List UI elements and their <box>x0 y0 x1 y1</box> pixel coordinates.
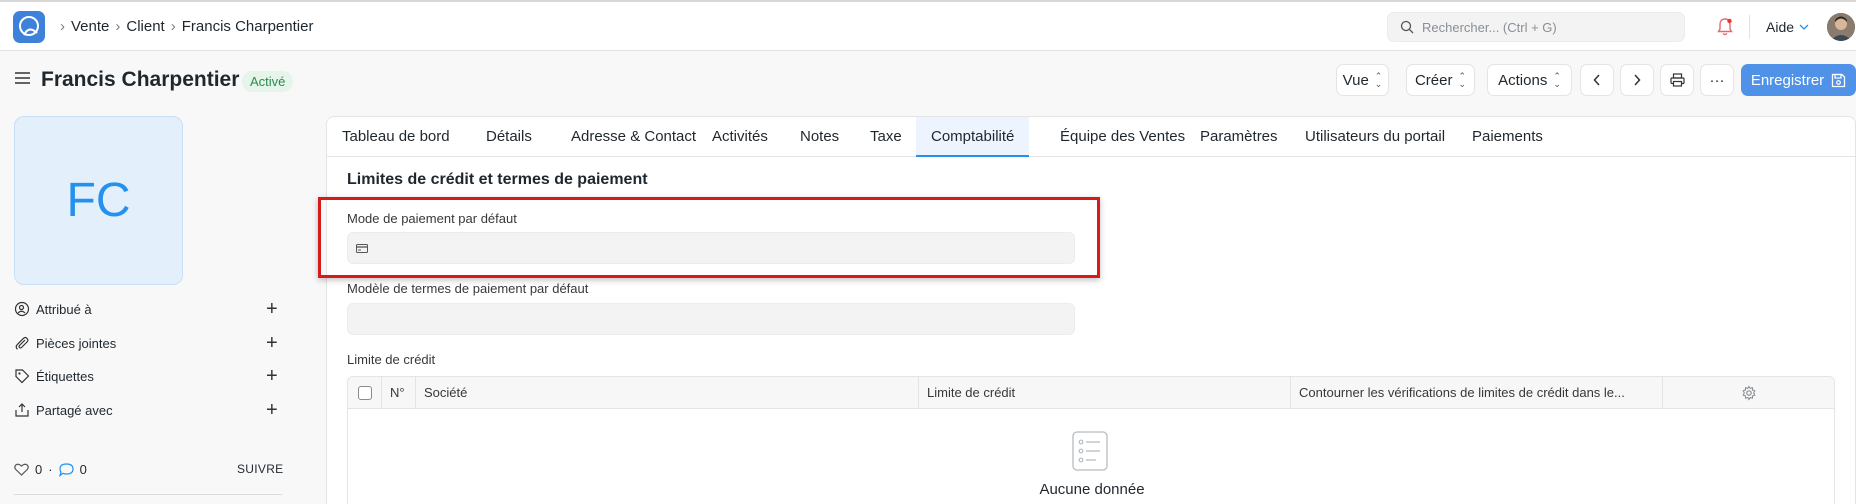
tab-dashboard[interactable]: Tableau de bord <box>327 117 465 157</box>
column-number: N° <box>382 377 416 409</box>
payment-terms-label: Modèle de termes de paiement par défaut <box>347 281 589 296</box>
breadcrumb-item-vente[interactable]: Vente <box>71 18 109 35</box>
sidebar-item-assigned-to[interactable]: Attribué à + <box>14 298 282 320</box>
avatar-initials: FC <box>66 174 131 227</box>
print-button[interactable] <box>1660 64 1694 96</box>
chevron-right-icon: › <box>60 18 65 35</box>
sidebar-item-label: Partagé avec <box>36 402 113 418</box>
column-bypass-check: Contourner les vérifications de limites … <box>1291 377 1663 409</box>
tab-payments[interactable]: Paiements <box>1457 117 1558 157</box>
sidebar-item-tags[interactable]: Étiquettes + <box>14 365 282 387</box>
likes-count: 0 <box>35 462 43 477</box>
help-menu[interactable]: Aide <box>1766 19 1809 35</box>
previous-record-button[interactable] <box>1580 64 1614 96</box>
form-card: Tableau de bord Détails Adresse & Contac… <box>326 116 1856 504</box>
comment-icon[interactable] <box>58 462 74 477</box>
view-button[interactable]: Vue ⌃ ⌄ <box>1336 64 1389 96</box>
select-arrows-icon: ⌃ ⌄ <box>1553 71 1561 89</box>
credit-limit-label: Limite de crédit <box>347 352 436 367</box>
sidebar-item-shared-with[interactable]: Partagé avec + <box>14 399 282 421</box>
notification-bell-icon[interactable] <box>1716 17 1734 37</box>
search-bar[interactable] <box>1387 12 1685 42</box>
save-button[interactable]: Enregistrer <box>1741 64 1856 96</box>
view-button-label: Vue <box>1342 71 1369 89</box>
sidebar-item-label: Étiquettes <box>36 368 94 384</box>
tab-sales-team[interactable]: Équipe des Ventes <box>1045 117 1200 157</box>
empty-list-icon <box>1072 431 1108 471</box>
add-icon[interactable]: + <box>266 333 278 353</box>
tab-settings[interactable]: Paramètres <box>1185 117 1293 157</box>
tab-activities[interactable]: Activités <box>697 117 783 157</box>
form-tabs: Tableau de bord Détails Adresse & Contac… <box>327 117 1856 157</box>
tag-icon <box>15 369 30 384</box>
sidebar-item-attachments[interactable]: Pièces jointes + <box>14 332 282 354</box>
actions-button-label: Actions <box>1498 71 1548 89</box>
breadcrumb-item-current[interactable]: Francis Charpentier <box>182 18 314 35</box>
search-input[interactable] <box>1422 19 1662 35</box>
sidebar-toggle-icon[interactable] <box>15 71 30 85</box>
sidebar-divider <box>14 494 282 495</box>
payment-mode-input[interactable] <box>347 232 1075 264</box>
paperclip-icon <box>15 336 29 350</box>
chevron-right-icon: › <box>115 18 121 35</box>
add-icon[interactable]: + <box>266 299 278 319</box>
gear-icon[interactable] <box>1741 385 1757 401</box>
tab-notes[interactable]: Notes <box>785 117 854 157</box>
status-badge: Activé <box>242 71 294 92</box>
user-plus-icon <box>14 301 30 317</box>
credit-limit-table: N° Société Limite de crédit Contourner l… <box>347 376 1835 504</box>
payment-terms-input[interactable] <box>347 303 1075 335</box>
actions-button[interactable]: Actions ⌃ ⌄ <box>1487 64 1572 96</box>
navbar-divider <box>1749 15 1750 39</box>
tab-accounting[interactable]: Comptabilité <box>916 117 1030 157</box>
more-options-button[interactable]: ··· <box>1700 64 1734 96</box>
chevron-right-icon: › <box>170 18 176 35</box>
empty-state-text: Aucune donnée <box>1039 481 1145 498</box>
select-arrows-icon: ⌃ ⌄ <box>1374 71 1383 89</box>
social-counters: 0 · 0 <box>14 462 87 477</box>
tab-portal-users[interactable]: Utilisateurs du portail <box>1290 117 1460 157</box>
page-title: Francis Charpentier <box>41 68 240 91</box>
search-icon <box>1400 20 1414 34</box>
column-credit-limit: Limite de crédit <box>919 377 1291 409</box>
add-icon[interactable]: + <box>266 366 278 386</box>
separator-dot: · <box>48 462 53 477</box>
chevron-left-icon <box>1593 74 1600 86</box>
sidebar-item-label: Pièces jointes <box>36 335 117 351</box>
select-all-checkbox[interactable] <box>358 386 372 400</box>
share-icon <box>15 403 29 417</box>
tab-details[interactable]: Détails <box>471 117 547 157</box>
chevron-right-icon <box>1634 74 1641 86</box>
follow-button[interactable]: SUIVRE <box>237 462 283 476</box>
add-icon[interactable]: + <box>266 400 278 420</box>
select-all-cell <box>348 377 382 409</box>
breadcrumb: › Vente › Client › Francis Charpentier <box>60 18 313 35</box>
chevron-down-icon <box>1799 24 1809 30</box>
comments-count: 0 <box>79 462 87 477</box>
sidebar-item-label: Attribué à <box>36 301 92 317</box>
help-label: Aide <box>1766 19 1795 35</box>
user-avatar[interactable] <box>1827 13 1855 41</box>
breadcrumb-item-client[interactable]: Client <box>126 18 164 35</box>
save-button-label: Enregistrer <box>1750 71 1825 89</box>
app-logo-icon[interactable] <box>13 11 45 43</box>
create-button[interactable]: Créer ⌃ ⌄ <box>1406 64 1475 96</box>
customer-avatar[interactable]: FC <box>14 116 183 285</box>
top-navbar: › Vente › Client › Francis Charpentier A… <box>0 0 1856 51</box>
credit-card-icon <box>356 244 368 253</box>
tab-tax[interactable]: Taxe <box>855 117 917 157</box>
save-icon <box>1832 73 1846 87</box>
more-options-label: ··· <box>1709 71 1725 89</box>
select-arrows-icon: ⌃ ⌄ <box>1458 71 1467 89</box>
table-header: N° Société Limite de crédit Contourner l… <box>348 377 1834 409</box>
tab-address-contact[interactable]: Adresse & Contact <box>556 117 711 157</box>
create-button-label: Créer <box>1414 71 1453 89</box>
payment-mode-label: Mode de paiement par défaut <box>347 211 517 226</box>
heart-icon[interactable] <box>14 463 29 476</box>
section-title: Limites de crédit et termes de paiement <box>347 171 648 188</box>
next-record-button[interactable] <box>1620 64 1654 96</box>
column-company: Société <box>416 377 919 409</box>
printer-icon <box>1669 73 1685 87</box>
